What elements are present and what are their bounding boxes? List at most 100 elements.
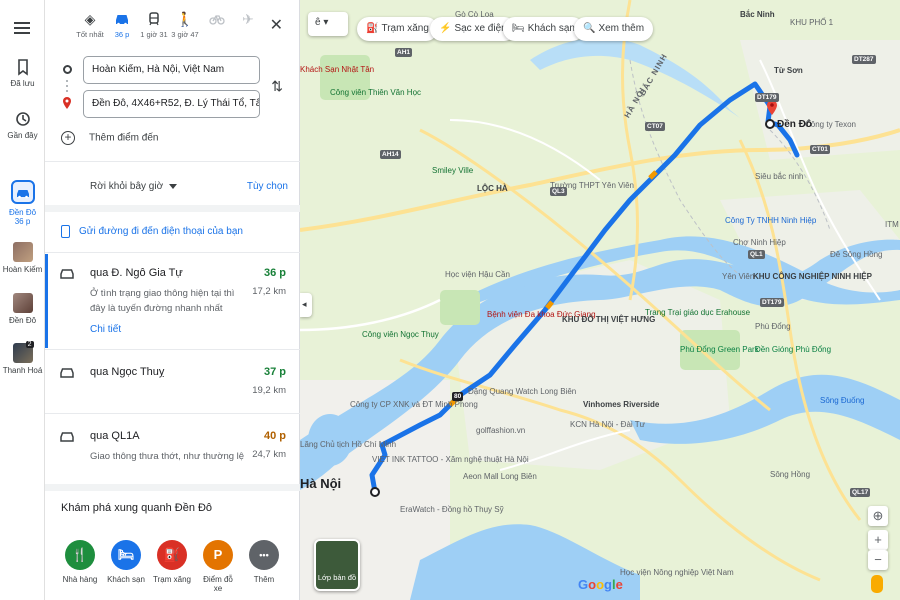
divider (45, 484, 300, 491)
directions-panel: ◈ Tốt nhất 36 p 1 giờ 31 🚶 3 giờ 47 ✈ ✕ Ho… (45, 0, 300, 600)
category-restaurants[interactable]: 🍴 Nhà hàng (60, 540, 100, 584)
parking-icon: P (203, 540, 233, 570)
chip-more[interactable]: 🔍 Xem thêm (574, 17, 654, 41)
category-parking[interactable]: P Điểm đỗ xe (198, 540, 238, 593)
map-label: KHU PHỐ 1 (790, 18, 834, 27)
hotel-icon: 🛏 (512, 23, 525, 34)
recent-place-thanh-hoa[interactable]: 2 Thanh Hoá (0, 341, 45, 375)
menu-icon[interactable] (14, 22, 30, 34)
flight-icon: ✈ (242, 11, 254, 27)
category-label: Thêm (253, 575, 275, 584)
route-details-link[interactable]: Chi tiết (90, 324, 121, 335)
layers-button[interactable]: Lớp bản đồ (314, 539, 360, 591)
bookmark-icon (17, 59, 28, 76)
route-distance: 19,2 km (252, 385, 286, 396)
layers-label: Lớp bản đồ (317, 573, 357, 582)
diamond-turn-icon: ◈ (84, 11, 96, 27)
destination-marker[interactable] (765, 119, 775, 129)
gas-station-icon: ⛽ (366, 23, 379, 34)
restaurant-icon: 🍴 (65, 540, 95, 570)
map-label: EraWatch - Đồng hồ Thụy Sỹ (400, 505, 504, 514)
mode-flight[interactable]: ✈ (233, 10, 263, 30)
chip-hotels[interactable]: 🛏 Khách sạn (503, 17, 584, 41)
phone-icon (61, 225, 70, 238)
origin-marker[interactable] (370, 487, 380, 497)
depart-time-dropdown[interactable]: Rời khỏi bây giờ (90, 181, 177, 192)
road-badge: CT07 (645, 122, 665, 131)
divider (45, 349, 300, 350)
active-route-button[interactable] (11, 180, 35, 204)
category-label: Khách sạn (107, 575, 145, 584)
mode-transit[interactable]: 1 giờ 31 (139, 10, 169, 39)
route-option-3[interactable]: qua QL1A 40 p Giao thông thưa thớt, như … (45, 430, 300, 480)
car-icon (17, 190, 29, 199)
car-icon (60, 432, 74, 442)
chip-gas-stations[interactable]: ⛽ Trạm xăng (357, 17, 438, 41)
zoom-in-button[interactable]: + (868, 530, 888, 550)
recent-button[interactable]: Gần đây (0, 110, 45, 140)
mode-best[interactable]: ◈ Tốt nhất (75, 10, 105, 39)
mode-cycling[interactable] (202, 10, 232, 30)
map-canvas[interactable]: Từ Sơn KHU PHỐ 1 Bắc Ninh BẮC NINH HÀ NỘ… (300, 0, 900, 600)
map-label: Chợ Ninh Hiệp (733, 238, 786, 247)
mode-label: 3 giờ 47 (171, 30, 199, 39)
route-option-2[interactable]: qua Ngọc Thuỵ 37 p 19,2 km (45, 366, 300, 416)
place-label: Đền Đô (8, 316, 37, 325)
saved-button[interactable]: Đã lưu (0, 58, 45, 88)
my-location-button[interactable]: ⊕ (868, 506, 888, 526)
category-hotels[interactable]: 🛏 Khách sạn (106, 540, 146, 584)
road-badge: DT287 (852, 55, 876, 64)
map-label: Đặng Quang Watch Long Biên (468, 387, 577, 396)
traffic-badge: 80 (452, 392, 464, 401)
map-label: Đền Gióng Phù Đổng (755, 345, 832, 354)
category-more[interactable]: ••• Thêm (244, 540, 284, 584)
map-label: Đê Sông Hồng (830, 250, 883, 259)
send-to-phone-link[interactable]: Gửi đường đi đến điện thoại của bạn (61, 225, 243, 238)
mode-label: 36 p (114, 30, 130, 39)
map-label: Lăng Chủ tịch Hồ Chí Minh (300, 440, 397, 449)
map-type-dropdown[interactable]: ê ▾ (308, 12, 348, 36)
route-option-1[interactable]: qua Đ. Ngô Gia Tự 36 p Ở tình trạng giao… (45, 267, 300, 347)
map-label: Công ty Texon (805, 120, 856, 129)
route-time: 37 p (263, 366, 286, 378)
category-label: Nhà hàng (62, 575, 98, 584)
close-icon[interactable]: ✕ (270, 15, 283, 35)
origin-input[interactable]: Hoàn Kiếm, Hà Nội, Việt Nam (83, 56, 260, 84)
map-label: golffashion.vn (476, 426, 526, 435)
route-description: Ở tình trạng giao thông hiện tại thì đây… (90, 288, 235, 314)
road-badge: QL17 (850, 488, 871, 497)
walk-icon: 🚶 (176, 11, 194, 27)
map-label: Công viên Thiên Văn Học (330, 88, 422, 97)
mode-walking[interactable]: 🚶 3 giờ 47 (170, 10, 200, 39)
mode-driving[interactable]: 36 p (107, 10, 137, 39)
swap-icon[interactable]: ⇅ (271, 78, 283, 95)
count-badge: 2 (25, 341, 34, 348)
place-label: Thanh Hoá (2, 366, 43, 375)
active-route-time: 36 p (14, 217, 31, 226)
map-label: KHU CÔNG NGHIỆP NINH HIỆP (753, 272, 872, 281)
divider (45, 413, 300, 414)
ev-charging-icon: ⚡ (439, 23, 452, 34)
road-badge: DT179 (760, 298, 784, 307)
add-destination-button[interactable]: + Thêm điểm đến (61, 131, 158, 145)
map-label: VIET INK TATTOO - Xăm nghệ thuật Hà Nội (372, 455, 529, 464)
map-label: KCN Hà Nội - Đài Tư (570, 420, 645, 429)
options-button[interactable]: Tùy chọn (247, 181, 288, 192)
recent-place-hoan-kiem[interactable]: Hoàn Kiếm (0, 242, 45, 274)
road-badge: AH1 (395, 48, 413, 57)
route-time: 40 p (263, 430, 286, 442)
pegman-icon[interactable] (871, 575, 883, 593)
category-gas[interactable]: ⛽ Trạm xăng (152, 540, 192, 584)
recent-place-den-do[interactable]: Đền Đô (0, 293, 45, 325)
map-label: Sông Đuống (820, 396, 865, 405)
route-name: qua QL1A (90, 430, 140, 442)
map-label: Sông Hồng (770, 470, 811, 479)
collapse-panel-button[interactable]: ◂ (300, 293, 312, 317)
map-label: Phù Đổng Green Park (680, 345, 759, 354)
hotel-icon: 🛏 (111, 540, 141, 570)
map-label: Từ Sơn (774, 66, 803, 75)
route-distance: 17,2 km (252, 286, 286, 297)
add-destination-label: Thêm điểm đến (89, 132, 159, 144)
destination-input[interactable]: Đền Đô, 4X46+R52, Đ. Lý Thái Tổ, Tân Hồn… (83, 90, 260, 118)
zoom-out-button[interactable]: − (868, 550, 888, 570)
